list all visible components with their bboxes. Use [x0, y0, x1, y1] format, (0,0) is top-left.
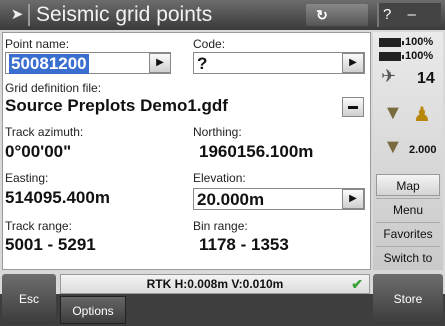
code-value: ?	[197, 54, 208, 73]
track-azimuth-label: Track azimuth:	[5, 125, 84, 139]
app-menu-icon[interactable]: ➤	[6, 4, 30, 26]
check-icon: ✔	[351, 276, 363, 292]
point-name-label: Point name:	[5, 37, 70, 51]
battery-icon	[379, 38, 404, 47]
battery-2-percent: 100%	[405, 50, 434, 62]
folder-browse-button[interactable]: ▬	[342, 97, 364, 117]
elevation-value: 20.000m	[197, 190, 265, 209]
toolbar-icons: ↻ ⊘	[306, 4, 368, 44]
refresh-icon[interactable]: ↻	[312, 5, 332, 25]
elevation-field[interactable]: 20.000m	[193, 188, 365, 210]
options-button[interactable]: Options	[60, 296, 126, 324]
receiver-icon[interactable]: ▼	[383, 102, 403, 125]
esc-button[interactable]: Esc	[2, 274, 56, 324]
antenna-icon[interactable]: ▼	[383, 136, 403, 159]
track-range-label: Track range:	[5, 219, 72, 233]
easting-value: 514095.400m	[5, 188, 110, 207]
store-button[interactable]: Store	[373, 274, 443, 324]
satellite-count: 14	[417, 70, 435, 87]
track-range-value: 5001 - 5291	[5, 235, 96, 254]
rover-person-icon[interactable]: ♟	[413, 102, 431, 127]
bin-range-label: Bin range:	[193, 219, 248, 233]
menu-button[interactable]: Menu	[376, 198, 440, 220]
map-button[interactable]: Map	[376, 174, 440, 196]
battery-1-percent: 100%	[405, 36, 434, 48]
battery-icon	[379, 52, 404, 61]
satellite-icon[interactable]: ✈	[381, 66, 396, 87]
point-name-value: 50081200	[9, 54, 89, 74]
window-buttons: ? – ×	[377, 3, 441, 47]
elevation-dropdown-button[interactable]: ▶	[342, 189, 364, 209]
help-button[interactable]: ?	[383, 6, 397, 23]
rtk-status-bar: RTK H:0.008m V:0.010m ✔	[60, 274, 370, 294]
code-field[interactable]: ?	[193, 52, 365, 74]
code-label: Code:	[193, 37, 226, 51]
status-side-panel: 100% 100% ✈ 14 ▼ ♟ ▼ 2.000 Map Menu Favo…	[373, 32, 443, 270]
northing-label: Northing:	[193, 125, 242, 139]
grid-def-label: Grid definition file:	[5, 81, 102, 95]
point-name-dropdown-button[interactable]: ▶	[149, 53, 171, 73]
switch-to-button[interactable]: Switch to	[376, 246, 440, 268]
favorites-button[interactable]: Favorites	[376, 222, 440, 244]
title-bar: ➤ Seismic grid points ↻ ⊘ ? – ×	[0, 0, 445, 47]
rtk-precision-text: RTK H:0.008m V:0.010m	[146, 277, 284, 291]
code-dropdown-button[interactable]: ▶	[342, 53, 364, 73]
track-azimuth-value: 0°00'00"	[5, 142, 72, 161]
minimize-button[interactable]: –	[408, 6, 422, 23]
point-form: Point name: 50081200 ▶ Code: ? ▶ Grid de…	[2, 32, 371, 270]
northing-value: 1960156.100m	[199, 142, 314, 161]
point-name-field[interactable]: 50081200	[5, 52, 171, 74]
antenna-height-value: 2.000	[409, 144, 437, 156]
page-title: Seismic grid points	[36, 3, 213, 26]
grid-def-value: Source Preplots Demo1.gdf	[5, 96, 228, 115]
elevation-label: Elevation:	[193, 171, 246, 185]
bin-range-value: 1178 - 1353	[199, 235, 289, 254]
easting-label: Easting:	[5, 171, 49, 185]
